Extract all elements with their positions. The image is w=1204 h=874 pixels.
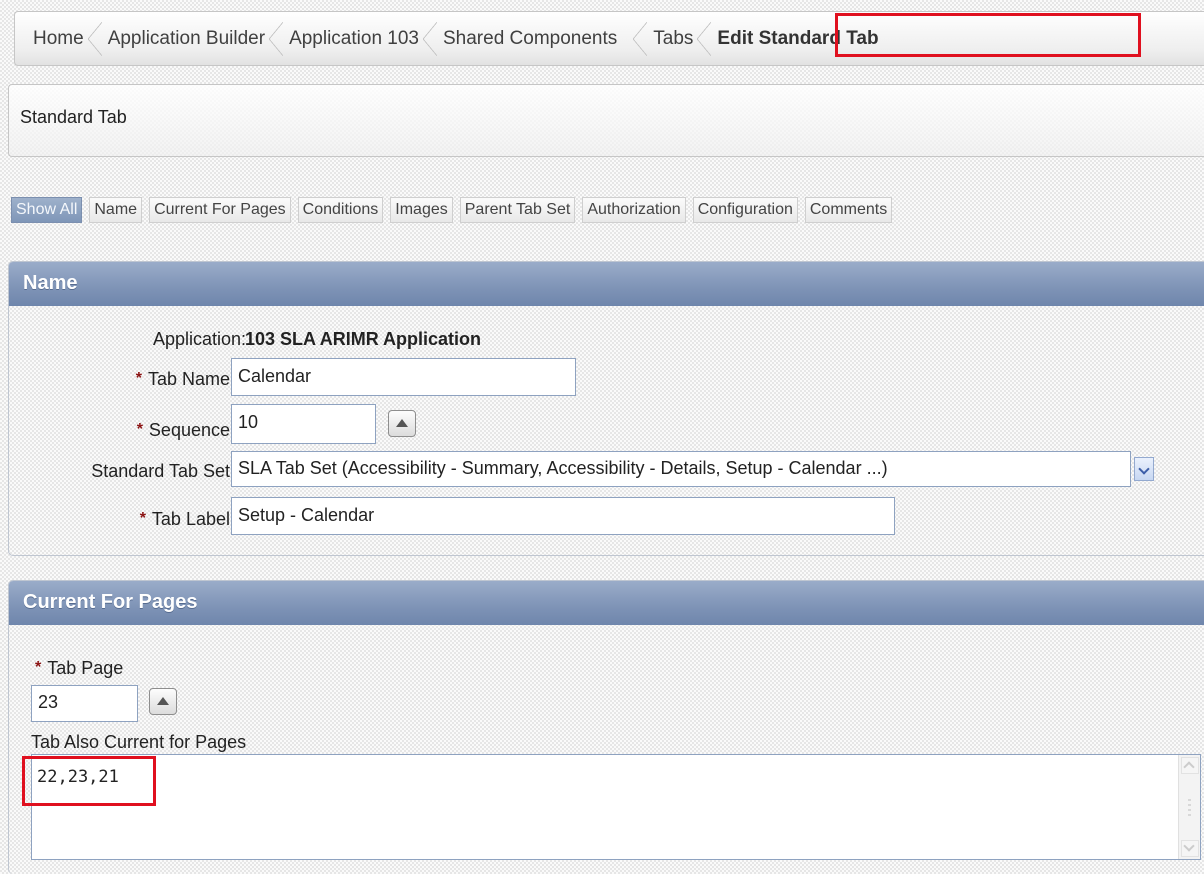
sequence-input[interactable]: 10 [231,404,376,444]
required-marker: * [35,659,42,676]
tab-page-up-arrow-icon[interactable] [149,688,177,715]
breadcrumb-label[interactable]: Tabs [653,28,693,50]
tab-page-input[interactable]: 23 [31,685,138,722]
scroll-down-icon[interactable] [1181,840,1199,857]
breadcrumb-separator [633,21,648,56]
current-for-pages-panel: Current For Pages * Tab Page 23 Tab Also … [8,580,1204,874]
jump-current-for-pages-button[interactable]: Current For Pages [149,197,291,223]
tab-also-current-textarea[interactable]: 22,23,21 [31,754,1201,860]
breadcrumb-separator [87,21,102,56]
sequence-label: * Sequence [137,420,230,441]
current-for-pages-header: Current For Pages [9,581,1204,625]
tab-name-label-text: Tab Name [147,369,230,389]
standard-tab-set-label: Standard Tab Set [91,461,230,481]
breadcrumb-application-builder[interactable]: Application Builder [108,28,265,50]
tab-label-input[interactable]: Setup - Calendar [231,497,895,535]
breadcrumb-shared-components[interactable]: Shared Components [443,28,617,50]
tab-name-input[interactable]: Calendar [231,358,576,396]
sequence-up-arrow-icon[interactable] [388,410,416,437]
chevron-down-icon[interactable] [1134,457,1154,481]
breadcrumb-separator [269,21,284,56]
tab-also-current-value: 22,23,21 [37,767,119,787]
tab-label-label: * Tab Label [140,509,230,530]
region-title: Standard Tab [8,84,1204,157]
tab-page-label-text: Tab Page [47,658,124,678]
jump-conditions-button[interactable]: Conditions [297,197,384,223]
scroll-grip-icon [1188,799,1191,819]
breadcrumb: Home Application Builder Application 103… [14,11,1204,66]
tab-name-label: * Tab Name [136,369,230,390]
section-jump-bar: Show All Name Current For Pages Conditio… [11,197,893,223]
application-label: Application: [152,329,246,349]
jump-name-button[interactable]: Name [89,197,143,223]
required-marker: * [136,421,143,438]
scroll-up-icon[interactable] [1181,757,1199,774]
jump-authorization-button[interactable]: Authorization [582,197,686,223]
page-title: Standard Tab [20,107,127,127]
tab-label-label-text: Tab Label [151,509,230,529]
sequence-label-text: Sequence [148,420,230,440]
breadcrumb-current: Edit Standard Tab [717,27,879,49]
breadcrumb-application[interactable]: Application 103 [289,28,419,50]
breadcrumb-label[interactable]: Application Builder [108,28,265,50]
name-panel: Name Application: 103 SLA ARIMR Applicat… [8,261,1204,556]
tab-also-current-label: Tab Also Current for Pages [31,732,247,752]
required-marker: * [139,510,146,527]
jump-configuration-button[interactable]: Configuration [692,197,798,223]
jump-comments-button[interactable]: Comments [804,197,893,223]
standard-tab-set-select[interactable]: SLA Tab Set (Accessibility - Summary, Ac… [231,451,1131,487]
breadcrumb-separator [423,21,437,56]
standard-tab-set-value: SLA Tab Set (Accessibility - Summary, Ac… [238,458,888,478]
breadcrumb-separator [697,21,712,56]
breadcrumb-label[interactable]: Shared Components [443,28,617,50]
required-marker: * [135,370,142,387]
breadcrumb-tabs[interactable]: Tabs [653,28,693,50]
name-panel-header: Name [9,262,1204,306]
jump-show-all-button[interactable]: Show All [11,197,83,223]
jump-parent-tab-set-button[interactable]: Parent Tab Set [459,197,576,223]
breadcrumb-label[interactable]: Application 103 [289,28,419,50]
application-value: 103 SLA ARIMR Application [245,329,482,349]
jump-images-button[interactable]: Images [390,197,453,223]
breadcrumb-home[interactable]: Home [33,28,84,50]
textarea-scrollbar[interactable] [1178,755,1200,859]
tab-page-label: * Tab Page [35,658,123,679]
breadcrumb-label[interactable]: Home [33,28,84,50]
